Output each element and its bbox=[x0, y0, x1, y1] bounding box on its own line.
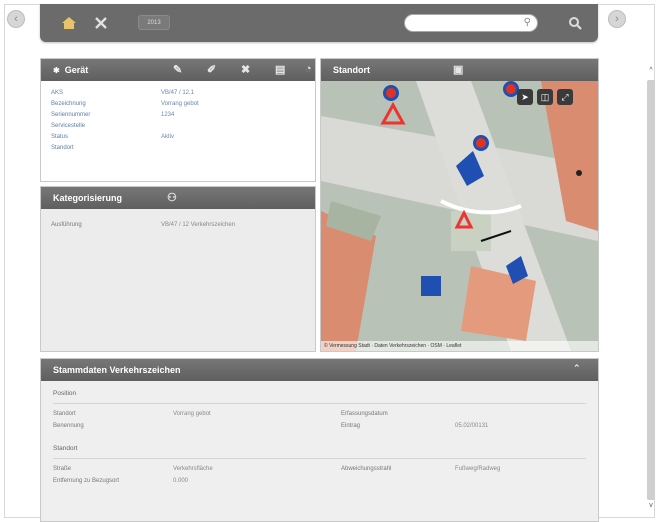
kv-row-servicestelle: Servicestelle bbox=[51, 120, 305, 131]
home-icon bbox=[62, 17, 76, 29]
chevron-right-icon: › bbox=[615, 12, 619, 25]
vertical-scrollbar[interactable]: ^ v bbox=[647, 66, 655, 510]
tag-button[interactable]: 2013 bbox=[138, 15, 170, 30]
camera-icon[interactable]: ▣ bbox=[453, 63, 463, 76]
standort-panel: Standort ▣ ➤ ◫ ⤢ © Vermessung Stadt · Da… bbox=[320, 58, 599, 352]
edit-icon[interactable]: ✎ bbox=[173, 63, 182, 76]
history-icon[interactable]: ◔ bbox=[305, 63, 312, 75]
pen-icon[interactable]: ✐ bbox=[207, 63, 216, 76]
field-label: Abweichungsstrahl bbox=[341, 466, 392, 472]
field-label: Benennung bbox=[53, 423, 84, 429]
kv-label: AKS bbox=[51, 89, 64, 96]
top-toolbar: 2013 ⚲ bbox=[40, 4, 598, 42]
search-icon[interactable]: ⚲ bbox=[524, 17, 531, 28]
field-label: Straße bbox=[53, 466, 72, 472]
locate-button[interactable]: ➤ bbox=[517, 89, 533, 105]
home-button[interactable] bbox=[58, 13, 80, 33]
kv-value: Aktiv bbox=[161, 133, 175, 140]
fullscreen-icon: ⤢ bbox=[561, 91, 569, 102]
layers-button[interactable]: ◫ bbox=[537, 89, 553, 105]
kategorisierung-panel: Kategorisierung ⚇ Ausführung VB/47 / 12 … bbox=[40, 186, 316, 352]
field-value: 05.02/00131 bbox=[455, 423, 489, 429]
field-value: Vorrang gebot bbox=[173, 411, 211, 417]
kv-row-ausfuehrung: Ausführung VB/47 / 12 Verkehrszeichen bbox=[51, 219, 305, 230]
kv-label: Status bbox=[51, 133, 69, 140]
search-input[interactable] bbox=[405, 15, 537, 31]
kategorisierung-title: Kategorisierung bbox=[53, 193, 123, 203]
kv-row-status: Status Aktiv bbox=[51, 131, 305, 142]
forward-button[interactable]: › bbox=[608, 10, 626, 28]
field-label: Standort bbox=[53, 411, 76, 417]
stammdaten-panel: Stammdaten Verkehrszeichen ⌃ Position St… bbox=[40, 358, 599, 522]
chevron-left-icon: ‹ bbox=[14, 12, 18, 25]
field-row: Standort Vorrang gebot Erfassungsdatum bbox=[53, 408, 586, 420]
field-value: Fußweg/Radweg bbox=[455, 466, 501, 472]
kv-row-standort: Standort bbox=[51, 142, 305, 153]
fullscreen-button[interactable]: ⤢ bbox=[557, 89, 573, 105]
kv-label: Ausführung bbox=[51, 221, 82, 228]
print-icon[interactable]: ▤ bbox=[275, 63, 285, 76]
tag-label: 2013 bbox=[147, 19, 161, 26]
kv-value: Vorrang gebot bbox=[161, 100, 199, 107]
scrollbar-thumb[interactable] bbox=[647, 80, 655, 500]
field-row: Entfernung zu Bezugsort 0.000 bbox=[53, 475, 586, 487]
stammdaten-header: Stammdaten Verkehrszeichen ⌃ bbox=[41, 359, 598, 381]
kv-label: Servicestelle bbox=[51, 122, 86, 129]
section-title-standort: Standort bbox=[53, 445, 78, 452]
map-canvas[interactable] bbox=[321, 81, 598, 351]
layers-icon: ◫ bbox=[540, 91, 550, 102]
tools-button[interactable] bbox=[90, 13, 112, 33]
kv-label: Standort bbox=[51, 144, 74, 151]
kv-label: Bezeichnung bbox=[51, 100, 86, 107]
chevron-up-icon[interactable]: ^ bbox=[647, 66, 655, 76]
zoom-button[interactable] bbox=[564, 13, 586, 33]
field-row: Benennung Eintrag 05.02/00131 bbox=[53, 420, 586, 432]
geraet-panel: ✱ Gerät ✎ ✐ ✖ ▤ ◔ AKS VB/47 / 12.1 Bezei… bbox=[40, 58, 316, 182]
field-value: Verkehrsfläche bbox=[173, 466, 213, 472]
field-label: Eintrag bbox=[341, 423, 361, 429]
map-view[interactable]: ➤ ◫ ⤢ © Vermessung Stadt · Daten Verkehr… bbox=[321, 81, 598, 351]
field-row: Straße Verkehrsfläche Abweichungsstrahl … bbox=[53, 463, 586, 475]
users-icon[interactable]: ⚇ bbox=[167, 191, 177, 204]
kv-row-bezeichnung: Bezeichnung Vorrang gebot bbox=[51, 98, 305, 109]
standort-header: Standort ▣ bbox=[321, 59, 598, 81]
collapse-icon[interactable]: ⌃ bbox=[573, 363, 581, 374]
kv-row-aks: AKS VB/47 / 12.1 bbox=[51, 87, 305, 98]
map-attribution: © Vermessung Stadt · Daten Verkehrszeich… bbox=[321, 341, 598, 351]
tools-icon bbox=[95, 17, 107, 29]
locate-icon: ➤ bbox=[521, 91, 529, 102]
geraet-header: ✱ Gerät ✎ ✐ ✖ ▤ ◔ bbox=[41, 59, 315, 81]
kv-label: Seriennummer bbox=[51, 111, 91, 118]
back-button[interactable]: ‹ bbox=[7, 10, 25, 28]
section-title-position: Position bbox=[53, 390, 77, 397]
geraet-title: Gerät bbox=[64, 65, 89, 75]
kategorisierung-header: Kategorisierung ⚇ bbox=[41, 187, 315, 209]
section-divider bbox=[53, 458, 586, 459]
kv-row-seriennummer: Seriennummer 1234 bbox=[51, 109, 305, 120]
chevron-down-icon[interactable]: v bbox=[647, 502, 655, 510]
kv-value: VB/47 / 12.1 bbox=[161, 89, 195, 96]
delete-icon[interactable]: ✖ bbox=[241, 63, 250, 76]
stammdaten-title: Stammdaten Verkehrszeichen bbox=[53, 365, 181, 375]
search-box[interactable]: ⚲ bbox=[404, 14, 538, 32]
field-label: Erfassungsdatum bbox=[341, 411, 388, 417]
kv-value: 1234 bbox=[161, 111, 175, 118]
zoom-icon bbox=[569, 17, 582, 30]
section-divider bbox=[53, 403, 586, 404]
kv-value: VB/47 / 12 Verkehrszeichen bbox=[161, 221, 236, 228]
settings-icon: ✱ bbox=[53, 65, 60, 75]
standort-title: Standort bbox=[333, 65, 370, 75]
field-value: 0.000 bbox=[173, 478, 189, 484]
field-label: Entfernung zu Bezugsort bbox=[53, 478, 120, 484]
